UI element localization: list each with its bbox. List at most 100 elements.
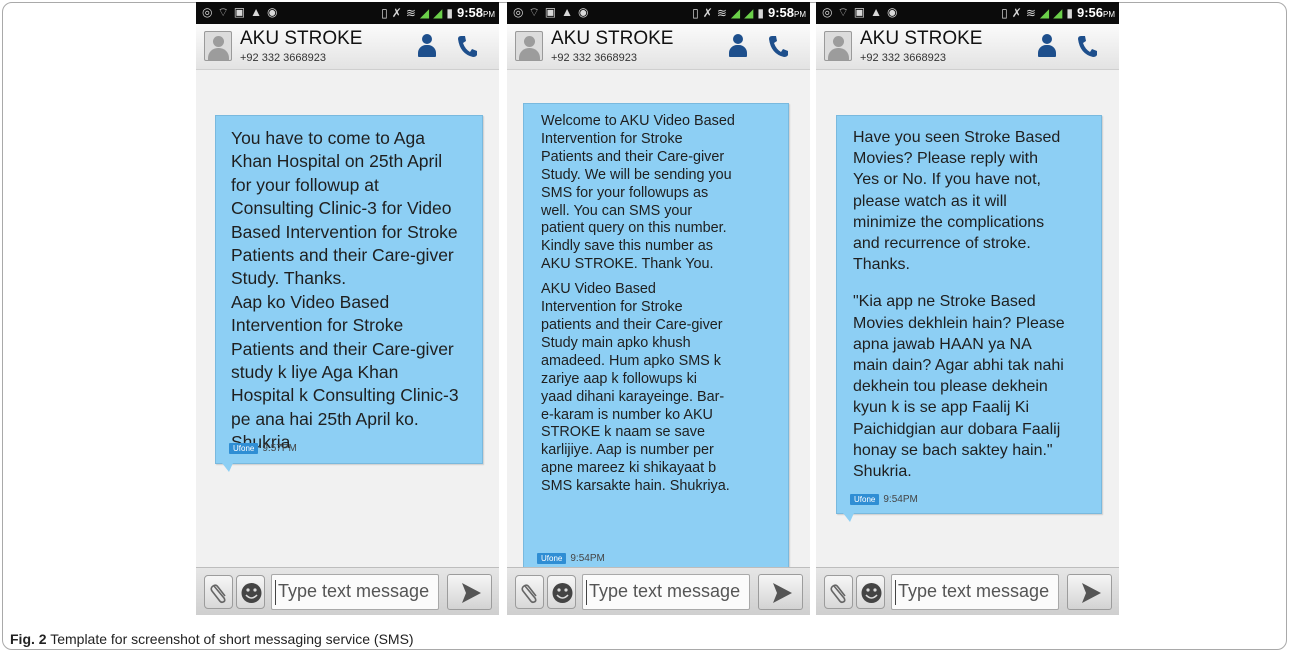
contact-avatar[interactable] — [204, 31, 232, 61]
wifi-icon: ≋ — [716, 6, 727, 20]
vibrate-icon: ✗ — [1011, 6, 1022, 20]
message-time: 9:57PM — [262, 443, 297, 454]
emoji-button[interactable] — [547, 575, 576, 609]
message-input[interactable]: Type text message — [271, 574, 439, 610]
phone-call-icon[interactable] — [1076, 34, 1098, 58]
figure-caption-text: Template for screenshot of short messagi… — [50, 631, 414, 647]
compose-bar: Type text message — [816, 567, 1119, 615]
paperclip-icon — [521, 584, 537, 604]
compose-bar: Type text message — [196, 567, 499, 615]
contact-number: +92 332 3668923 — [551, 52, 637, 64]
battery-saver-icon: ▯ — [692, 6, 699, 20]
whatsapp-icon: ◎ — [513, 5, 524, 19]
message-meta: Ufone 9:57PM — [229, 443, 297, 454]
figure-label: Fig. 2 — [10, 631, 47, 647]
status-bar: ◎ ⌔ ▣ ▲ ◉ ▯ ✗ ≋ ◢ ◢ ▮ 9:58PM — [196, 2, 499, 24]
signal-icon: ◢ — [419, 6, 430, 20]
signal-icon: ◢ — [1039, 6, 1050, 20]
status-ampm: PM — [1103, 10, 1115, 19]
wifi-notification-icon: ⌔ — [837, 5, 849, 19]
message-text-roman-urdu: AKU Video Based Intervention for Stroke … — [541, 281, 730, 495]
contact-info-icon[interactable] — [417, 33, 437, 59]
whatsapp-icon: ◎ — [822, 5, 833, 19]
send-button[interactable] — [1067, 574, 1112, 610]
signal-2-icon: ◢ — [433, 6, 443, 20]
media-icon: ◉ — [887, 5, 898, 19]
emoji-button[interactable] — [236, 575, 265, 609]
smiley-icon — [552, 583, 573, 603]
conversation-header: AKU STROKE +92 332 3668923 — [507, 24, 810, 70]
message-input[interactable]: Type text message — [891, 574, 1059, 610]
message-bubble[interactable]: Welcome to AKU Video Based Intervention … — [523, 103, 789, 579]
message-bubble[interactable]: Have you seen Stroke Based Movies? Pleas… — [836, 115, 1102, 522]
message-text-roman-urdu: "Kia app ne Stroke Based Movies dekhlein… — [853, 293, 1065, 481]
message-text-english: Have you seen Stroke Based Movies? Pleas… — [853, 129, 1061, 274]
contact-name: AKU STROKE — [860, 28, 983, 49]
media-icon: ◉ — [267, 5, 278, 19]
attach-button[interactable] — [204, 575, 233, 609]
figure-caption: Fig. 2 Template for screenshot of short … — [10, 631, 414, 647]
contact-name: AKU STROKE — [240, 28, 363, 49]
send-button[interactable] — [447, 574, 492, 610]
battery-icon: ▮ — [1066, 6, 1073, 20]
warning-icon: ▲ — [250, 5, 262, 19]
contact-number: +92 332 3668923 — [240, 52, 326, 64]
image-notification-icon: ▣ — [544, 5, 557, 19]
signal-2-icon: ◢ — [1053, 6, 1063, 20]
status-bar: ◎ ⌔ ▣ ▲ ◉ ▯ ✗ ≋ ◢ ◢ ▮ 9:56PM — [816, 2, 1119, 24]
contact-info-icon[interactable] — [1037, 33, 1057, 59]
emoji-button[interactable] — [856, 575, 885, 609]
message-bubble[interactable]: You have to come to Aga Khan Hospital on… — [215, 115, 483, 472]
wifi-notification-icon: ⌔ — [528, 5, 540, 19]
battery-icon: ▮ — [757, 6, 764, 20]
wifi-notification-icon: ⌔ — [217, 5, 229, 19]
phone-screenshot-2: ◎ ⌔ ▣ ▲ ◉ ▯ ✗ ≋ ◢ ◢ ▮ 9:58PM AKU STROKE … — [507, 2, 810, 615]
battery-saver-icon: ▯ — [381, 6, 388, 20]
send-button[interactable] — [758, 574, 803, 610]
signal-icon: ◢ — [730, 6, 741, 20]
image-notification-icon: ▣ — [233, 5, 246, 19]
status-time: 9:58PM — [457, 5, 495, 22]
phone-call-icon[interactable] — [456, 34, 478, 58]
warning-icon: ▲ — [870, 5, 882, 19]
status-ampm: PM — [794, 10, 806, 19]
status-bar: ◎ ⌔ ▣ ▲ ◉ ▯ ✗ ≋ ◢ ◢ ▮ 9:58PM — [507, 2, 810, 24]
contact-avatar[interactable] — [824, 31, 852, 61]
conversation-header: AKU STROKE +92 332 3668923 — [196, 24, 499, 70]
signal-2-icon: ◢ — [744, 6, 754, 20]
wifi-icon: ≋ — [1025, 6, 1036, 20]
message-meta: Ufone 9:54PM — [537, 553, 605, 564]
wifi-icon: ≋ — [405, 6, 416, 20]
media-icon: ◉ — [578, 5, 589, 19]
message-input[interactable]: Type text message — [582, 574, 750, 610]
status-ampm: PM — [483, 10, 495, 19]
contact-avatar[interactable] — [515, 31, 543, 61]
carrier-badge: Ufone — [537, 553, 567, 564]
message-text: You have to come to Aga Khan Hospital on… — [231, 128, 459, 453]
attach-button[interactable] — [515, 575, 544, 609]
carrier-badge: Ufone — [850, 494, 880, 505]
status-time: 9:58PM — [768, 5, 806, 22]
contact-info-icon[interactable] — [728, 33, 748, 59]
image-notification-icon: ▣ — [853, 5, 866, 19]
paperclip-icon — [210, 584, 226, 604]
status-time-value: 9:58 — [767, 5, 794, 20]
conversation-header: AKU STROKE +92 332 3668923 — [816, 24, 1119, 70]
message-meta: Ufone 9:54PM — [850, 494, 918, 505]
send-icon — [1082, 583, 1101, 603]
vibrate-icon: ✗ — [391, 6, 402, 20]
message-time: 9:54PM — [883, 494, 918, 505]
vibrate-icon: ✗ — [702, 6, 713, 20]
attach-button[interactable] — [824, 575, 853, 609]
phone-screenshot-3: ◎ ⌔ ▣ ▲ ◉ ▯ ✗ ≋ ◢ ◢ ▮ 9:56PM AKU STROKE … — [816, 2, 1119, 615]
status-time-value: 9:58 — [456, 5, 483, 20]
message-time: 9:54PM — [570, 553, 605, 564]
smiley-icon — [861, 583, 882, 603]
carrier-badge: Ufone — [229, 443, 259, 454]
phone-call-icon[interactable] — [767, 34, 789, 58]
status-time-value: 9:56 — [1076, 5, 1103, 20]
phone-screenshot-1: ◎ ⌔ ▣ ▲ ◉ ▯ ✗ ≋ ◢ ◢ ▮ 9:58PM AKU STROKE … — [196, 2, 499, 615]
message-text-english: Welcome to AKU Video Based Intervention … — [541, 113, 735, 273]
whatsapp-icon: ◎ — [202, 5, 213, 19]
smiley-icon — [241, 583, 262, 603]
